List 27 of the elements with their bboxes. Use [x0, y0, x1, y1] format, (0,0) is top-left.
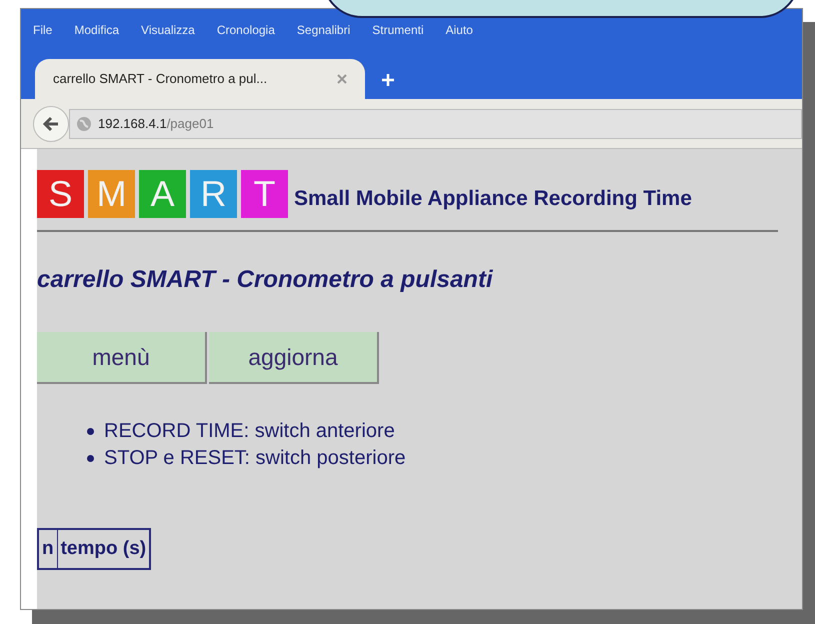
logo-letter: T: [241, 170, 288, 218]
nav-button[interactable]: menù: [37, 332, 207, 384]
logo-tagline: Small Mobile Appliance Recording Time: [294, 186, 692, 212]
instruction-text: STOP e RESET: switch posteriore: [104, 446, 406, 471]
menu-item[interactable]: Aiuto: [446, 23, 473, 37]
nav-button[interactable]: aggiorna: [209, 332, 379, 384]
bullet-icon: [87, 455, 94, 462]
logo-letter: A: [139, 170, 186, 218]
logo-letter: M: [88, 170, 135, 218]
globe-icon: [76, 116, 92, 132]
back-button[interactable]: [33, 106, 69, 142]
menu-item[interactable]: Cronologia: [216, 23, 275, 37]
bullet-icon: [87, 428, 94, 435]
menu-item[interactable]: Strumenti: [372, 23, 424, 37]
new-tab-icon[interactable]: [381, 73, 395, 87]
logo-letter: S: [37, 170, 84, 218]
instruction-text: RECORD TIME: switch anteriore: [104, 419, 395, 444]
url-text: 192.168.4.1/page01: [98, 114, 214, 133]
back-arrow-icon: [42, 116, 60, 132]
address-field[interactable]: 192.168.4.1/page01: [69, 108, 802, 138]
menu-item[interactable]: Segnalibri: [296, 23, 350, 37]
page-title: carrello SMART - Cronometro a pulsanti: [37, 265, 493, 295]
logo-letter: R: [190, 170, 237, 218]
menu-item[interactable]: File: [33, 23, 52, 37]
menu-item[interactable]: Visualizza: [141, 23, 195, 37]
browser-tab[interactable]: carrello SMART - Cronometro a pul...: [35, 59, 365, 99]
menu-item[interactable]: Modifica: [74, 23, 120, 37]
